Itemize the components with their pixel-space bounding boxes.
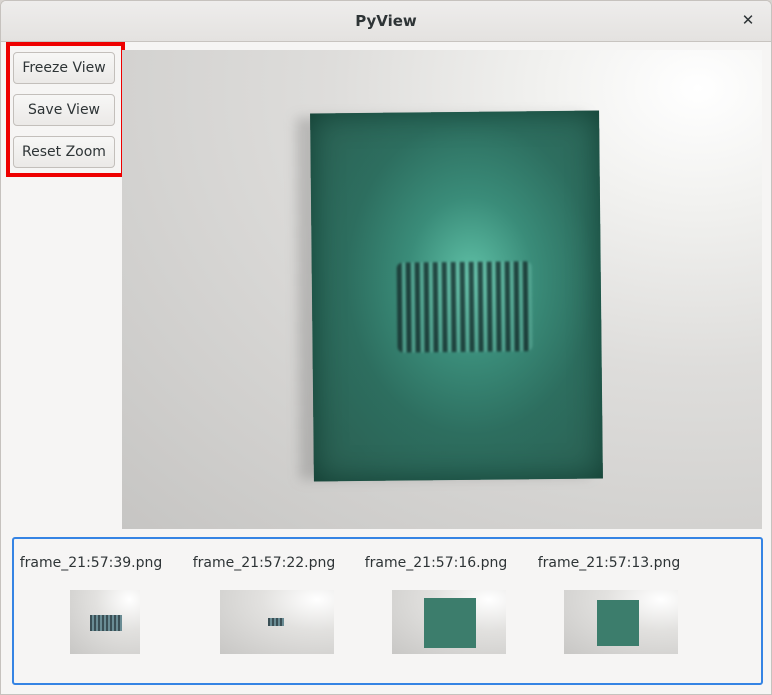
app-window: PyView ✕ Freeze View Save View Reset Zoo… — [0, 0, 772, 695]
thumbnail-content — [424, 598, 476, 648]
poster-image — [310, 110, 603, 482]
thumbnail-image[interactable] — [70, 590, 140, 654]
thumbnail-label: frame_21:57:13.png — [537, 555, 681, 571]
close-icon[interactable]: ✕ — [737, 9, 759, 31]
thumbnail-strip: frame_21:57:39.png frame_21:57:22.png fr… — [12, 537, 763, 685]
thumbnail-content — [268, 618, 284, 626]
poster-art — [396, 261, 533, 353]
thumbnail-label: frame_21:57:39.png — [19, 555, 163, 571]
title-bar[interactable]: PyView ✕ — [1, 1, 771, 42]
reset-zoom-button[interactable]: Reset Zoom — [13, 136, 115, 168]
thumbnail-label: frame_21:57:22.png — [192, 555, 336, 571]
thumbnail-image[interactable] — [564, 590, 678, 654]
window-title: PyView — [355, 12, 417, 30]
camera-view[interactable] — [122, 50, 762, 529]
freeze-view-button[interactable]: Freeze View — [13, 52, 115, 84]
thumbnail-image[interactable] — [392, 590, 506, 654]
save-view-button[interactable]: Save View — [13, 94, 115, 126]
thumbnail-content — [597, 600, 639, 646]
thumbnail-content — [90, 615, 122, 631]
thumbnail-image[interactable] — [220, 590, 334, 654]
thumbnail-label: frame_21:57:16.png — [364, 555, 508, 571]
